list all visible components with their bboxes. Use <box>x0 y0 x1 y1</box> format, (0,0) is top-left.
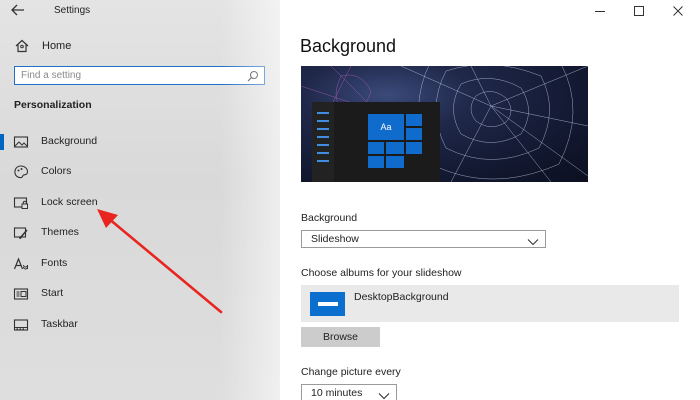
change-interval-dropdown[interactable]: 10 minutes <box>301 384 397 400</box>
sidebar-item-label: Themes <box>41 226 79 238</box>
start-icon <box>13 286 29 302</box>
chevron-down-icon <box>378 388 390 400</box>
home-nav-item[interactable]: Home <box>0 36 270 58</box>
album-item[interactable]: DesktopBackground <box>301 285 679 322</box>
sidebar-item-themes[interactable]: Themes <box>0 222 270 244</box>
background-preview: Aa <box>301 66 588 182</box>
sidebar-item-label: Fonts <box>41 257 68 269</box>
sidebar-item-taskbar[interactable]: Taskbar <box>0 314 270 336</box>
browse-button[interactable]: Browse <box>301 327 380 347</box>
album-name: DesktopBackground <box>354 291 449 303</box>
home-label: Home <box>42 40 72 52</box>
search-box[interactable] <box>14 66 265 85</box>
title-bar: Settings <box>0 0 280 22</box>
preview-start-list <box>312 102 334 182</box>
home-icon <box>14 38 30 54</box>
lock-screen-icon <box>13 195 29 211</box>
preview-tile-text: Aa <box>380 122 392 132</box>
sidebar-item-fonts[interactable]: Fonts <box>0 253 270 275</box>
change-picture-label: Change picture every <box>301 366 401 378</box>
preview-tile <box>386 156 404 168</box>
settings-sidebar: Settings Home Personalization Background… <box>0 0 280 400</box>
close-icon[interactable] <box>667 3 689 19</box>
background-dropdown[interactable]: Slideshow <box>301 230 546 248</box>
palette-icon <box>13 164 29 180</box>
minimize-icon[interactable] <box>589 3 611 19</box>
change-interval-value: 10 minutes <box>311 387 363 399</box>
section-heading: Personalization <box>14 99 92 111</box>
search-icon[interactable] <box>247 69 259 82</box>
sidebar-item-lock-screen[interactable]: Lock screen <box>0 192 270 214</box>
folder-icon <box>310 292 345 316</box>
back-arrow-icon[interactable] <box>11 4 27 18</box>
sidebar-item-label: Lock screen <box>41 196 98 208</box>
preview-tile <box>368 156 384 168</box>
preview-tile <box>368 142 384 154</box>
font-icon <box>13 256 29 272</box>
preview-tile <box>406 114 422 126</box>
picture-icon <box>13 134 29 150</box>
desktop-preview-window: Aa <box>312 102 440 182</box>
taskbar-icon <box>13 317 29 333</box>
search-input[interactable] <box>21 68 236 82</box>
sidebar-item-label: Start <box>41 287 64 299</box>
preview-tile <box>406 128 422 140</box>
sidebar-item-colors[interactable]: Colors <box>0 161 270 183</box>
selection-indicator <box>0 134 4 150</box>
preview-tile <box>406 142 422 154</box>
preview-tile <box>386 142 404 154</box>
chevron-down-icon <box>527 234 539 246</box>
app-title: Settings <box>54 5 91 16</box>
albums-label: Choose albums for your slideshow <box>301 267 462 279</box>
maximize-icon[interactable] <box>628 3 650 19</box>
sidebar-item-background[interactable]: Background <box>0 131 270 153</box>
page-title: Background <box>300 36 397 56</box>
preview-tile: Aa <box>368 114 404 140</box>
background-dropdown-value: Slideshow <box>311 233 359 245</box>
sidebar-item-label: Background <box>41 135 98 147</box>
sidebar-item-start[interactable]: Start <box>0 283 270 305</box>
sidebar-item-label: Colors <box>41 165 72 177</box>
background-label: Background <box>301 212 358 224</box>
brush-icon <box>13 225 29 241</box>
sidebar-item-label: Taskbar <box>41 318 78 330</box>
